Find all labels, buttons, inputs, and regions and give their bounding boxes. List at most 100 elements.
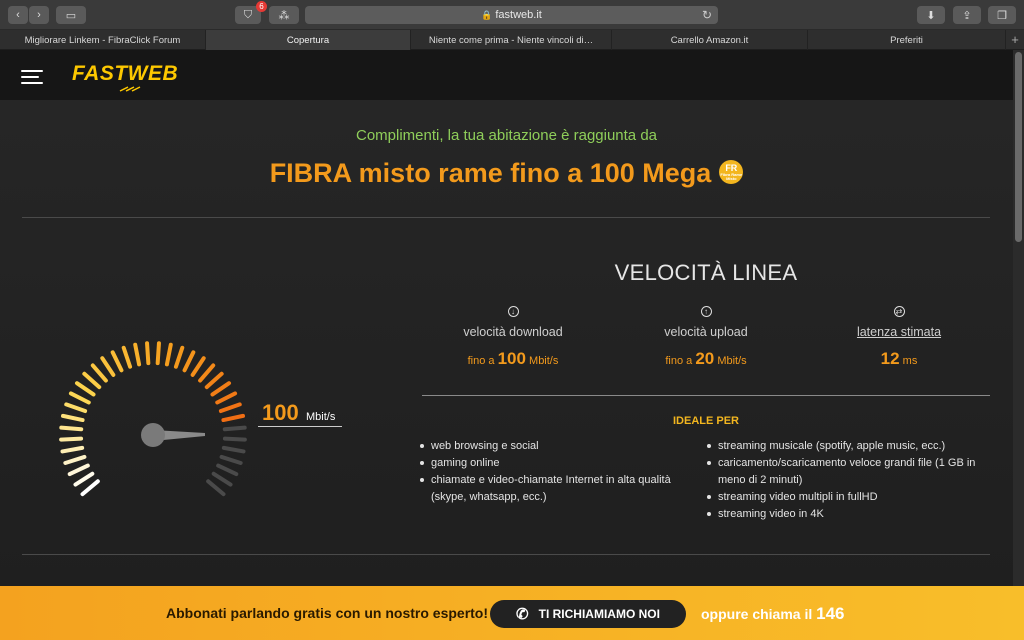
gauge-tick — [155, 341, 161, 366]
gauge-tick — [73, 471, 95, 487]
gauge-tick — [182, 350, 196, 373]
ideale-title: IDEALE PER — [672, 415, 739, 427]
tab-1[interactable]: Migliorare Linkem - FibraClick Forum — [0, 30, 206, 50]
extension-badge: 6 — [256, 1, 267, 12]
list-item: streaming video in 4K — [705, 506, 990, 523]
metric-label: velocità upload — [664, 325, 748, 339]
list-item: gaming online — [418, 455, 688, 472]
gauge-tick — [60, 445, 85, 454]
velocita-title: VELOCITÀ LINEA — [614, 260, 798, 285]
shield-icon: ⛉ — [243, 8, 253, 21]
list-item: web browsing e social — [418, 438, 688, 455]
gauge-tick — [63, 454, 87, 465]
congrats-text: Complimenti, la tua abitazione è raggiun… — [355, 127, 658, 144]
gauge-tick — [145, 341, 151, 366]
coverage-result: Complimenti, la tua abitazione è raggiun… — [0, 100, 1013, 586]
phone-number[interactable]: 146 — [816, 604, 844, 623]
gauge-tick — [61, 413, 85, 423]
fastweb-logo[interactable]: FASTWEB — [72, 62, 178, 86]
divider — [22, 217, 990, 218]
gauge-underline — [258, 426, 342, 427]
metric-download: ↓ velocità download fino a 100 Mbit/s — [418, 306, 608, 369]
divider — [422, 395, 990, 396]
list-item: caricamento/scaricamento veloce grandi f… — [705, 455, 990, 489]
tab-5[interactable]: Preferiti — [808, 30, 1006, 50]
gauge-tick — [121, 345, 133, 369]
gauge-tick — [204, 371, 224, 390]
download-icon: ↓ — [507, 306, 519, 317]
gauge-tick — [110, 350, 124, 373]
gauge-tick — [100, 356, 116, 377]
gauge-tick — [80, 479, 100, 497]
gauge-tick — [222, 425, 247, 432]
share-button[interactable]: ⇪ — [953, 6, 981, 24]
gauge-tick — [216, 463, 239, 477]
latency-icon: ⇄ — [893, 306, 905, 317]
callback-button[interactable]: ✆ TI RICHIAMIAMO NOI — [490, 600, 686, 628]
metric-value: fino a 100 Mbit/s — [467, 349, 559, 368]
banner-text: Abbonati parlando gratis con un nostro e… — [166, 605, 489, 621]
gauge-tick — [90, 363, 108, 383]
gauge-tick — [219, 454, 243, 465]
headline-text: FIBRA misto rame fino a 100 Mega — [269, 158, 712, 188]
browser-toolbar: ‹ › ▭ ⛉ 6 ⁂ 🔒 fastweb.it ↻ ⬇ ⇪ ❐ — [0, 0, 1024, 30]
gauge-tick — [222, 436, 247, 442]
ideale-list-right: streaming musicale (spotify, apple music… — [705, 438, 990, 523]
forward-button[interactable]: › — [29, 6, 49, 24]
url-text: fastweb.it — [495, 9, 542, 21]
gauge-tick — [218, 402, 242, 414]
tabs-overview-button[interactable]: ❐ — [988, 6, 1016, 24]
tab-3[interactable]: Niente come prima - Niente vincoli di… — [411, 30, 612, 50]
tab-4[interactable]: Carrello Amazon.it — [612, 30, 808, 50]
extension-button[interactable]: ⁂ — [269, 6, 299, 24]
phone-icon: ✆ — [516, 606, 529, 623]
list-item: streaming video multipli in fullHD — [705, 489, 990, 506]
metric-latency: ⇄ latenza stimata 12 ms — [804, 306, 994, 369]
new-tab-button[interactable]: + — [1006, 30, 1024, 49]
gauge-tick — [210, 381, 232, 397]
coverage-headline: FIBRA misto rame fino a 100 Mega FR Fibra … — [0, 158, 1013, 189]
gauge-tick — [173, 345, 185, 369]
gauge-tick — [206, 479, 226, 497]
gauge-tick — [164, 342, 173, 367]
callback-button-label: TI RICHIAMIAMO NOI — [538, 607, 660, 621]
fr-badge-sub: Fibra Rame Misto — [720, 171, 743, 181]
tab-2[interactable]: Copertura — [206, 30, 411, 50]
menu-icon[interactable] — [21, 70, 43, 84]
gauge-tick — [59, 425, 84, 432]
upload-icon: ↑ — [700, 306, 712, 317]
gauge-tick — [221, 445, 246, 454]
fr-badge-icon: FR Fibra Rame Misto — [719, 159, 744, 184]
address-bar[interactable]: 🔒 fastweb.it ↻ — [305, 6, 718, 24]
gauge-unit: Mbit/s — [306, 411, 336, 423]
gauge-tick — [133, 342, 142, 367]
latency-link[interactable]: latenza stimata — [804, 325, 994, 339]
downloads-button[interactable]: ⬇ — [917, 6, 945, 24]
gauge-hub — [141, 423, 165, 447]
metric-value: 12 ms — [880, 349, 918, 368]
lock-icon: 🔒 — [481, 9, 493, 20]
metric-value: fino a 20 Mbit/s — [665, 349, 747, 368]
speed-gauge — [59, 341, 247, 497]
page-scrollbar[interactable] — [1013, 50, 1024, 586]
alt-call-text: oppure chiama il 146 — [701, 604, 845, 623]
list-item: streaming musicale (spotify, apple music… — [705, 438, 990, 455]
tab-bar: Migliorare Linkem - FibraClick Forum Cop… — [0, 30, 1024, 50]
gauge-tick — [82, 371, 102, 390]
gauge-tick — [68, 391, 91, 405]
sidebar-toggle-button[interactable]: ▭ — [56, 6, 86, 24]
scroll-thumb[interactable] — [1015, 52, 1022, 242]
back-button[interactable]: ‹ — [8, 6, 28, 24]
gauge-tick — [215, 391, 238, 405]
list-item: chiamate e video-chiamate Internet in al… — [418, 472, 688, 506]
shield-extension-button[interactable]: ⛉ 6 — [235, 1, 267, 24]
divider — [22, 554, 990, 555]
gauge-tick — [211, 471, 233, 487]
reload-icon[interactable]: ↻ — [702, 8, 712, 22]
metric-upload: ↑ velocità upload fino a 20 Mbit/s — [611, 306, 801, 369]
gauge-tick — [74, 381, 96, 397]
gauge-tick — [64, 402, 88, 414]
gauge-value: 100 — [262, 400, 299, 425]
gauge-tick — [59, 436, 84, 442]
callback-banner: Abbonati parlando gratis con un nostro e… — [0, 586, 1024, 640]
